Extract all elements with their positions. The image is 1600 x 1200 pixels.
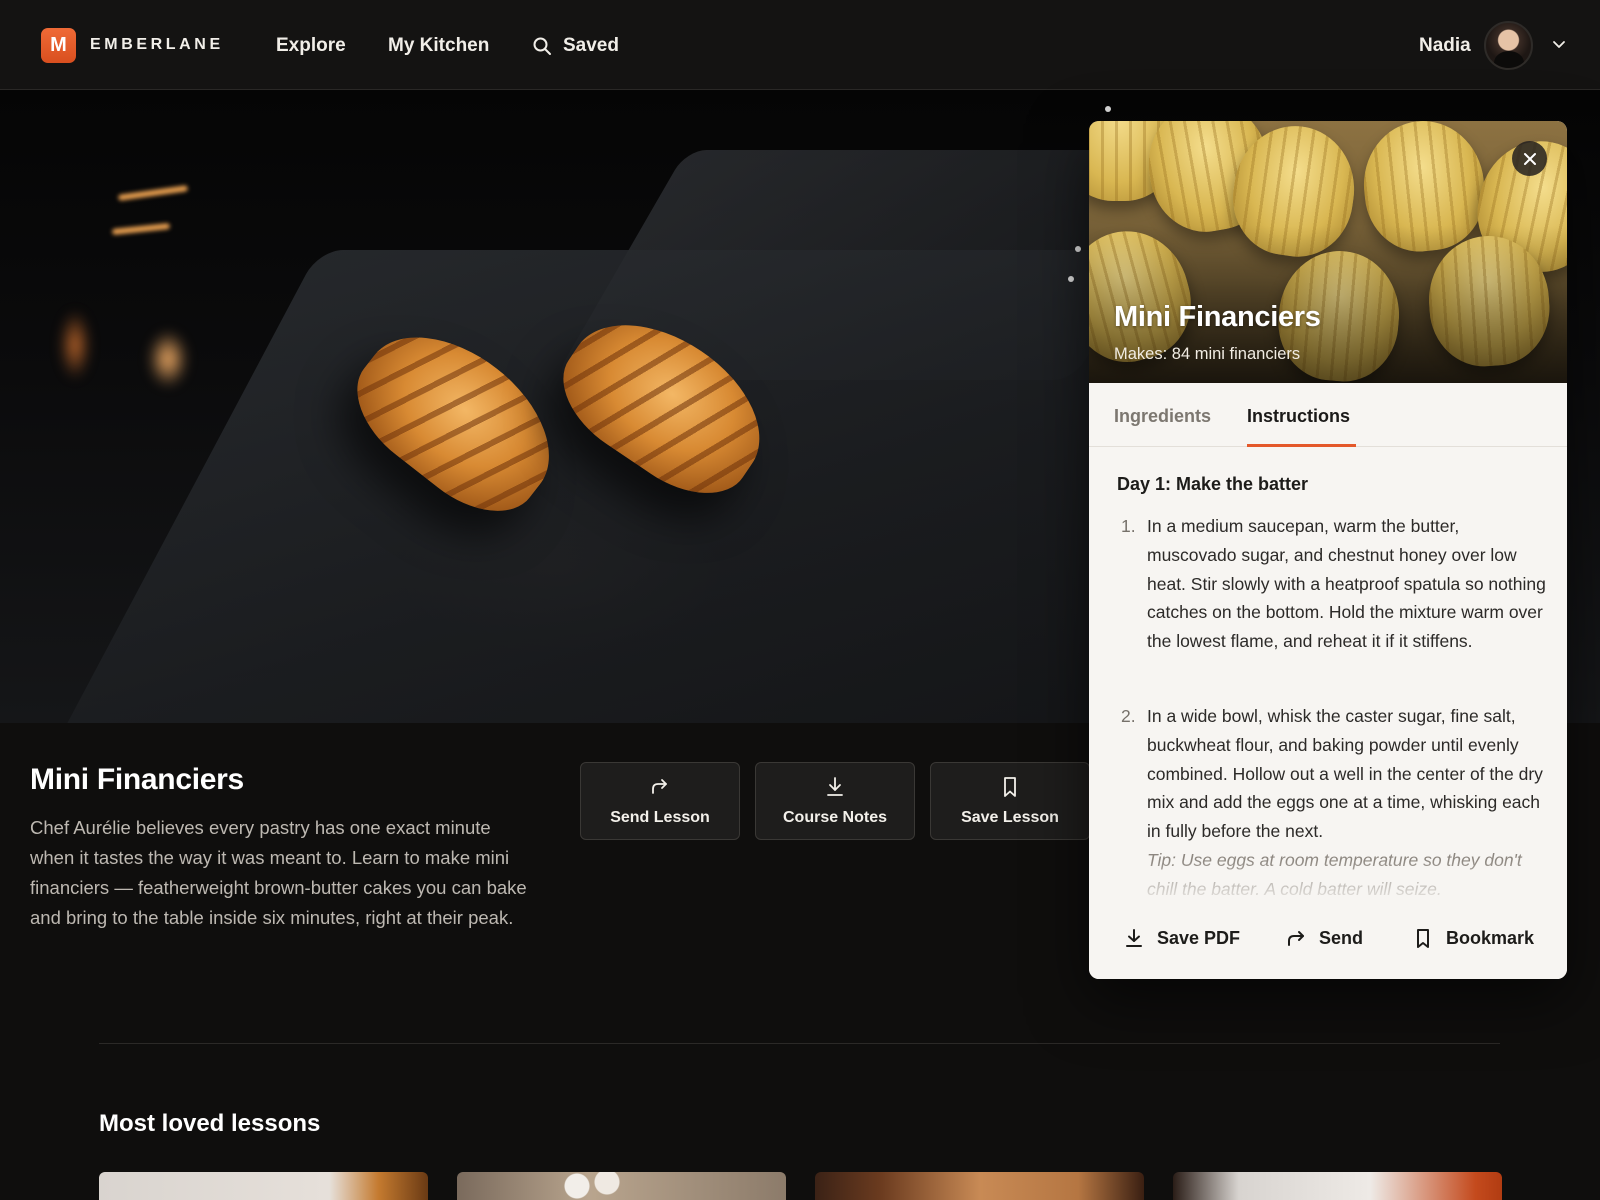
- send-label: Send: [1319, 927, 1364, 948]
- close-button[interactable]: [1512, 141, 1547, 176]
- heating-element: [117, 185, 189, 201]
- instruction-step: 1. In a medium saucepan, warm the butter…: [1117, 512, 1547, 687]
- lesson-card-thumbnail[interactable]: [99, 1172, 428, 1200]
- course-notes-button[interactable]: Course Notes: [755, 762, 915, 840]
- oven-light: [1105, 106, 1111, 112]
- recipe-panel-footer: Save PDF Send Bookmark: [1089, 915, 1567, 979]
- bookmark-icon: [1004, 777, 1016, 797]
- close-icon: [1523, 152, 1536, 165]
- instructions-scroll-area[interactable]: Day 1: Make the batter 1. In a medium sa…: [1117, 465, 1547, 915]
- avatar[interactable]: [1484, 21, 1533, 70]
- brand-mark-icon: M: [41, 27, 76, 63]
- send-lesson-button[interactable]: Send Lesson: [580, 762, 740, 840]
- bookmark-icon: [1417, 929, 1429, 948]
- share-arrow-icon: [652, 779, 667, 794]
- step-text: In a medium saucepan, warm the butter, m…: [1147, 516, 1546, 652]
- step-text: In a wide bowl, whisk the caster sugar, …: [1147, 706, 1543, 842]
- course-notes-label: Course Notes: [782, 809, 888, 826]
- oven-light: [1075, 246, 1081, 252]
- nav-explore[interactable]: Explore: [276, 35, 346, 57]
- brand-name: EMBERLANE: [90, 36, 224, 53]
- nav-saved[interactable]: Saved: [532, 35, 619, 57]
- top-nav-bar: M EMBERLANE Explore My Kitchen Saved Nad…: [0, 0, 1600, 90]
- step-number: 1.: [1121, 516, 1136, 536]
- download-icon: [827, 777, 843, 796]
- send-button[interactable]: Send: [1285, 927, 1363, 949]
- tab-ingredients[interactable]: Ingredients: [1114, 406, 1211, 427]
- oven-light: [1068, 276, 1074, 282]
- save-lesson-label: Save Lesson: [961, 809, 1059, 826]
- save-pdf-label: Save PDF: [1157, 927, 1241, 948]
- brand-logo[interactable]: M EMBERLANE: [41, 27, 224, 63]
- bookmark-label: Bookmark: [1446, 927, 1535, 948]
- recipe-title: Mini Financiers: [1114, 301, 1321, 333]
- step-number: 2.: [1121, 706, 1136, 726]
- lesson-title: Mini Financiers: [30, 763, 244, 796]
- download-icon: [1126, 929, 1142, 947]
- recipe-yield: Makes: 84 mini financiers: [1114, 345, 1301, 363]
- search-icon: [533, 37, 551, 55]
- day-heading: Day 1: Make the batter: [1117, 474, 1309, 494]
- save-lesson-button[interactable]: Save Lesson: [930, 762, 1090, 840]
- user-name[interactable]: Nadia: [1419, 35, 1471, 57]
- most-loved-title: Most loved lessons: [99, 1110, 321, 1137]
- send-lesson-label: Send Lesson: [610, 809, 710, 826]
- lesson-card-thumbnail[interactable]: [1173, 1172, 1502, 1200]
- tab-instructions[interactable]: Instructions: [1247, 406, 1350, 427]
- active-tab-indicator: [1247, 444, 1356, 447]
- chevron-down-icon[interactable]: [1551, 36, 1567, 52]
- share-arrow-icon: [1288, 931, 1304, 946]
- lesson-description: Chef Aurélie believes every pastry has o…: [30, 817, 527, 928]
- oven-glow: [60, 310, 90, 380]
- lesson-card-thumbnail[interactable]: [457, 1172, 786, 1200]
- recipe-panel: Mini Financiers Makes: 84 mini financier…: [1089, 121, 1567, 979]
- nav-saved-label: Saved: [563, 35, 619, 56]
- bookmark-button[interactable]: Bookmark: [1412, 927, 1534, 949]
- recipe-hero-image: Mini Financiers Makes: 84 mini financier…: [1089, 121, 1567, 383]
- oven-glow: [148, 330, 188, 388]
- scroll-fade: [1117, 860, 1547, 915]
- recipe-tabs: Ingredients Instructions: [1089, 383, 1567, 447]
- lesson-card-thumbnail[interactable]: [815, 1172, 1144, 1200]
- save-pdf-button[interactable]: Save PDF: [1123, 927, 1240, 949]
- heating-element: [111, 222, 171, 236]
- section-divider: [99, 1043, 1500, 1044]
- nav-my-kitchen[interactable]: My Kitchen: [388, 35, 489, 57]
